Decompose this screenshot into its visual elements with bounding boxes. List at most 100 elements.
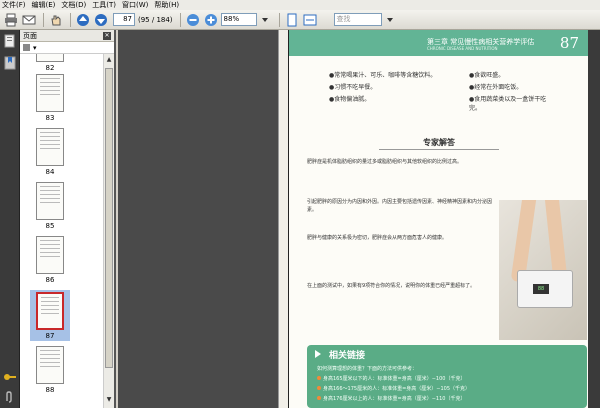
hand-tool-button[interactable]: [48, 12, 64, 28]
plus-circle-icon: [204, 13, 217, 26]
menu-file[interactable]: 文件(F): [2, 0, 26, 10]
hand-icon: [51, 15, 61, 25]
related-links-box: 相关链接 如何测算理想的体重？下面的方法可供参考： 身高165厘米以下的人：标准…: [307, 345, 587, 408]
scrollbar-thumb[interactable]: [105, 68, 113, 368]
printer-icon: [5, 13, 17, 26]
arrow-down-icon: [95, 13, 107, 26]
toolbar-separator: [70, 12, 71, 27]
thumbnail-image: [36, 128, 64, 166]
paperclip-icon[interactable]: [3, 390, 17, 404]
pages-panel: 页面 ✕ ▾ 82 83 84 85 86 87 88 ▲ ▼: [20, 30, 116, 408]
toolbar-separator: [179, 12, 181, 27]
email-button[interactable]: [21, 12, 37, 28]
body-paragraph: 引起肥胖的原因分为内因和外因。内因主要包括遗传因素、神经精神因素和内分泌因素。: [307, 199, 493, 213]
page-thumbnail[interactable]: 88: [30, 346, 70, 394]
bookmarks-icon[interactable]: [3, 56, 17, 70]
envelope-icon: [22, 15, 36, 24]
toolbar-separator: [43, 12, 44, 27]
options-dropdown-arrow: ▾: [33, 43, 37, 52]
scroll-up-icon[interactable]: ▲: [105, 56, 113, 66]
close-panel-button[interactable]: ✕: [103, 31, 111, 40]
page-shadow: [588, 30, 600, 408]
page-thumbnails: 82 83 84 85 86 87 88: [20, 54, 104, 408]
checklist-item: ●经常在外面吃饭。: [469, 84, 523, 91]
previous-page-edge: [278, 30, 288, 408]
menu-tools[interactable]: 工具(T): [92, 0, 116, 10]
next-page-button[interactable]: [93, 12, 109, 28]
minus-circle-icon: [186, 13, 199, 26]
menu-help[interactable]: 帮助(H): [154, 0, 179, 10]
document-viewport[interactable]: 第三章 常见慢性病相关营养学评估 CHRONIC DISEASE AND NUT…: [118, 30, 600, 408]
page-thumbnail[interactable]: 82: [30, 54, 70, 72]
pages-panel-options[interactable]: ▾: [20, 42, 114, 54]
menu-window[interactable]: 窗口(W): [122, 0, 148, 10]
fit-page-icon: [287, 13, 297, 26]
scroll-down-icon[interactable]: ▼: [105, 396, 113, 406]
chapter-header: 第三章 常见慢性病相关营养学评估 CHRONIC DISEASE AND NUT…: [289, 30, 588, 56]
options-icon: [23, 44, 30, 51]
related-line: 身高176厘米以上的人：标准体重=身高（厘米）−110（千克）: [317, 395, 465, 402]
page-number-input[interactable]: 87: [113, 13, 135, 26]
thumbnail-image: [36, 74, 64, 112]
thumbnail-label: 86: [45, 276, 55, 284]
checklist-item: ●习惯不吃早餐。: [329, 84, 377, 91]
page-number: 87: [559, 34, 579, 52]
thumbnail-image: [36, 346, 64, 384]
pages-panel-title: 页面: [23, 31, 37, 40]
zoom-level-select[interactable]: 88%: [220, 13, 257, 26]
thumbnail-scrollbar[interactable]: ▲ ▼: [103, 54, 114, 408]
zoom-out-button[interactable]: [185, 12, 201, 28]
play-arrow-icon: [315, 350, 321, 358]
symptom-checklist: ●常常喝果汁、可乐、咖啡等含糖饮料。 ●食欲旺盛。 ●习惯不吃早餐。 ●经常在外…: [329, 70, 549, 112]
zoom-dropdown-button[interactable]: [257, 12, 273, 28]
navigation-icon-rail: [0, 30, 20, 408]
scale-photo: 88: [499, 200, 587, 340]
thumbnail-image: [36, 182, 64, 220]
fit-page-button[interactable]: [284, 12, 300, 28]
scale-display: 88: [533, 284, 549, 294]
page-thumbnail[interactable]: 86: [30, 236, 70, 284]
search-dropdown-button[interactable]: [382, 12, 398, 28]
search-input[interactable]: 查找: [333, 13, 382, 26]
menu-document[interactable]: 文档(D): [61, 0, 86, 10]
pages-icon[interactable]: [3, 34, 17, 48]
related-line: 身高166～175厘米的人：标准体重=身高（厘米）−105（千克）: [317, 385, 470, 392]
thumbnail-label: 83: [45, 114, 55, 122]
thumbnail-label: 87: [45, 332, 55, 340]
related-links-title: 相关链接: [329, 351, 366, 361]
checklist-item: ●常常喝果汁、可乐、咖啡等含糖饮料。: [329, 72, 437, 79]
thumbnail-label: 88: [45, 386, 55, 394]
thumbnail-label: 84: [45, 168, 55, 176]
chevron-down-icon: [386, 17, 393, 22]
thumbnail-image: [36, 236, 64, 274]
page-thumbnail[interactable]: 84: [30, 128, 70, 176]
zoom-in-button[interactable]: [203, 12, 219, 28]
page-thumbnail-selected[interactable]: 87: [30, 290, 70, 341]
toolbar: 87 (95 / 184) 88% 查找: [0, 10, 600, 30]
checklist-item: ●食欲旺盛。: [469, 72, 505, 79]
fit-width-icon: [303, 14, 317, 25]
chevron-down-icon: [261, 17, 268, 22]
body-paragraph: 肥胖症是机体脂肪组织的量过多或脂肪组织与其他软组织的比例过高。: [307, 159, 463, 165]
checklist-item: ●食用蔬菜类以及一盒饼干吃完。: [469, 96, 547, 112]
toolbar-separator: [278, 12, 280, 27]
pages-panel-header: 页面 ✕: [20, 30, 114, 42]
thumbnail-label: 85: [45, 222, 55, 230]
related-line: 如何测算理想的体重？下面的方法可供参考：: [317, 366, 418, 372]
thumbnail-image: [36, 292, 64, 330]
document-page: 第三章 常见慢性病相关营养学评估 CHRONIC DISEASE AND NUT…: [288, 30, 588, 408]
print-button[interactable]: [3, 12, 19, 28]
body-paragraph: 肥胖与健康的关系极为密切，肥胖症会从两方面危害人的健康。: [307, 235, 448, 241]
page-thumbnail[interactable]: 83: [30, 74, 70, 122]
page-thumbnail[interactable]: 85: [30, 182, 70, 230]
body-paragraph: 在上面的测试中，如果有9项符合你的情况，说明你的体重已经严重超标了。: [307, 283, 476, 289]
checklist-item: ●食物偏油腻。: [329, 96, 371, 103]
thumbnail-image: [36, 54, 64, 62]
previous-page-button[interactable]: [75, 12, 91, 28]
related-line: 身高165厘米以下的人：标准体重=身高（厘米）−100（千克）: [317, 375, 465, 382]
fit-width-button[interactable]: [302, 12, 318, 28]
key-icon[interactable]: [3, 370, 17, 384]
menu-edit[interactable]: 编辑(E): [32, 0, 56, 10]
section-title: 专家解答: [379, 137, 499, 150]
thumbnail-label: 82: [45, 64, 55, 72]
